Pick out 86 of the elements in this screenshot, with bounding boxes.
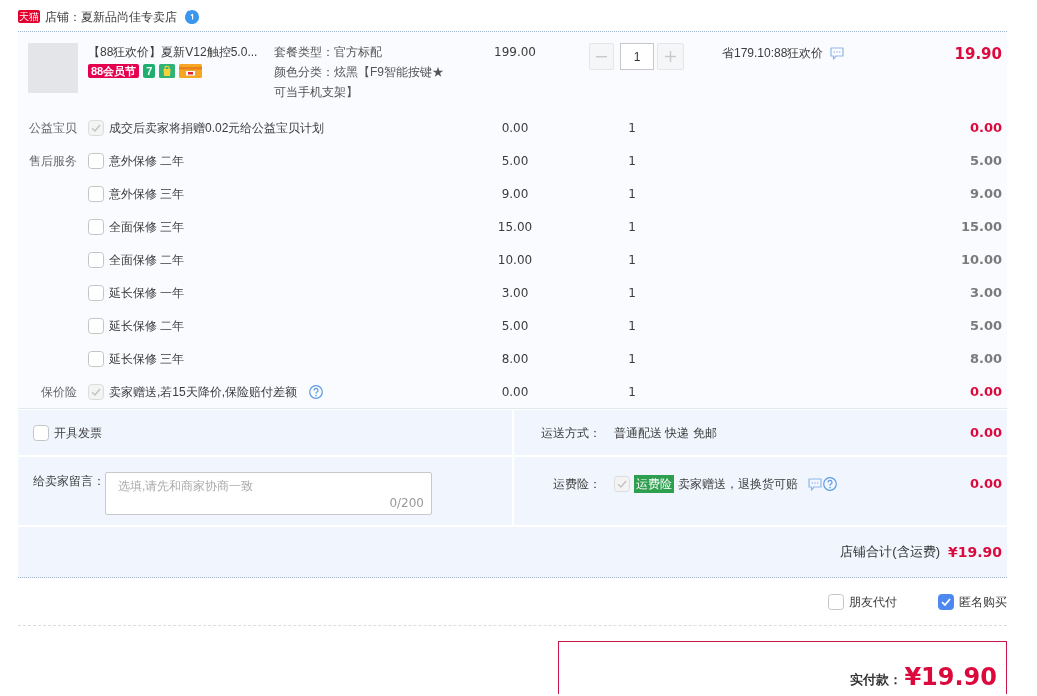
service-option-label: 意外保修 二年 bbox=[109, 152, 185, 170]
checkbox[interactable] bbox=[88, 284, 104, 301]
product-title-link[interactable]: 【88狂欢价】夏新V12触控5.0... bbox=[88, 42, 268, 62]
checkbox[interactable] bbox=[88, 317, 104, 334]
service-option-label: 全面保修 三年 bbox=[109, 218, 185, 236]
insurance-badge: 运费险 bbox=[634, 475, 674, 493]
quantity: 1 bbox=[628, 383, 636, 401]
service-group-label: 售后服务 bbox=[29, 152, 77, 170]
service-option-label: 延长保修 二年 bbox=[109, 317, 185, 335]
unit-price: 15.00 bbox=[497, 218, 533, 236]
amount-due-label: 实付款： bbox=[850, 670, 903, 689]
unit-price: 3.00 bbox=[501, 284, 529, 302]
unit-price: 10.00 bbox=[497, 251, 533, 269]
message-label: 给卖家留言： bbox=[33, 473, 105, 490]
item-total: 19.90 bbox=[954, 43, 1002, 65]
shipping-label: 运送方式： bbox=[541, 424, 601, 442]
unit-price: 5.00 bbox=[501, 317, 529, 335]
quantity: 1 bbox=[628, 350, 636, 368]
checkbox[interactable] bbox=[938, 593, 954, 610]
checkbox[interactable] bbox=[88, 218, 104, 235]
service-option-label: 延长保修 一年 bbox=[109, 284, 185, 302]
checkbox[interactable] bbox=[828, 593, 844, 610]
character-counter: 0/200 bbox=[389, 495, 424, 512]
option-label: 朋友代付 bbox=[849, 593, 897, 611]
unit-price: 199.00 bbox=[494, 44, 536, 61]
service-group-label: 保价险 bbox=[41, 383, 77, 401]
insurance-note: 卖家赠送，退换货可赔 bbox=[678, 476, 798, 493]
item-total: 5.00 bbox=[969, 152, 1002, 168]
store-logo: 天猫 bbox=[18, 10, 40, 23]
item-total: 0.00 bbox=[969, 119, 1002, 135]
item-total: 3.00 bbox=[969, 284, 1002, 300]
shop-name[interactable]: 店铺：夏新品尚佳专卖店 bbox=[45, 7, 177, 26]
quantity: 1 bbox=[628, 284, 636, 302]
quantity: 1 bbox=[628, 119, 636, 137]
unit-price: 0.00 bbox=[501, 119, 529, 137]
increase-button[interactable] bbox=[657, 43, 684, 70]
shipping-method: 普通配送 快递 免邮 bbox=[614, 424, 717, 442]
item-total: 0.00 bbox=[969, 383, 1002, 399]
shop-total-label: 店铺合计(含运费) bbox=[840, 543, 940, 562]
chat-bubble-icon[interactable] bbox=[808, 477, 822, 491]
decrease-button[interactable] bbox=[589, 43, 614, 70]
chat-bubble-icon[interactable] bbox=[830, 46, 845, 60]
service-option-label: 成交后卖家将捐赠0.02元给公益宝贝计划 bbox=[109, 119, 325, 137]
freight-insurance-label: 运费险： bbox=[553, 476, 601, 493]
item-total: 15.00 bbox=[960, 218, 1002, 234]
service-option-label: 意外保修 三年 bbox=[109, 185, 185, 203]
card-badge-icon bbox=[179, 64, 203, 78]
service-option-label: 延长保修 三年 bbox=[109, 350, 185, 368]
quantity: 1 bbox=[628, 251, 636, 269]
minus-icon bbox=[596, 55, 607, 58]
checkbox[interactable] bbox=[88, 152, 104, 169]
item-total: 5.00 bbox=[969, 317, 1002, 333]
checkbox[interactable] bbox=[88, 350, 104, 367]
service-option-label: 全面保修 二年 bbox=[109, 251, 185, 269]
quantity: 1 bbox=[628, 218, 636, 236]
unit-price: 5.00 bbox=[501, 152, 529, 170]
quantity: 1 bbox=[628, 185, 636, 203]
droplet-chat-icon[interactable] bbox=[184, 8, 200, 25]
discount-note: 省179.10:88狂欢价 bbox=[722, 45, 824, 62]
service-group-label: 公益宝贝 bbox=[29, 119, 77, 137]
unit-price: 0.00 bbox=[501, 383, 529, 401]
quantity-field[interactable]: 1 bbox=[620, 43, 654, 70]
insurance-fee: 0.00 bbox=[969, 475, 1003, 493]
amount-due: ¥19.90 bbox=[904, 663, 997, 691]
promo-badge: 7 bbox=[143, 64, 156, 78]
quantity: 1 bbox=[628, 152, 636, 170]
item-total: 8.00 bbox=[969, 350, 1002, 366]
help-icon[interactable] bbox=[823, 477, 837, 491]
plus-icon bbox=[665, 51, 676, 62]
shipping-fee: 0.00 bbox=[969, 423, 1003, 442]
option-label: 匿名购买 bbox=[959, 593, 1007, 611]
shop-total-amount: ¥19.90 bbox=[947, 542, 1002, 562]
sku-attribute: 套餐类型：官方标配 bbox=[274, 44, 383, 61]
service-option-label: 卖家赠送,若15天降价,保险赔付差额 bbox=[109, 383, 297, 401]
quantity: 1 bbox=[628, 317, 636, 335]
item-total: 10.00 bbox=[960, 251, 1002, 267]
invoice-label: 开具发票 bbox=[54, 424, 102, 442]
checkbox[interactable] bbox=[88, 185, 104, 202]
sku-attribute: 颜色分类：炫黑【F9智能按键★可当手机支架】 bbox=[274, 64, 445, 101]
bag-badge-icon bbox=[159, 64, 176, 78]
promo-badge: 88会员节 bbox=[88, 64, 140, 78]
unit-price: 8.00 bbox=[501, 350, 529, 368]
item-total: 9.00 bbox=[969, 185, 1002, 201]
checkbox[interactable] bbox=[33, 424, 49, 441]
checkbox[interactable] bbox=[88, 251, 104, 268]
unit-price: 9.00 bbox=[501, 185, 529, 203]
